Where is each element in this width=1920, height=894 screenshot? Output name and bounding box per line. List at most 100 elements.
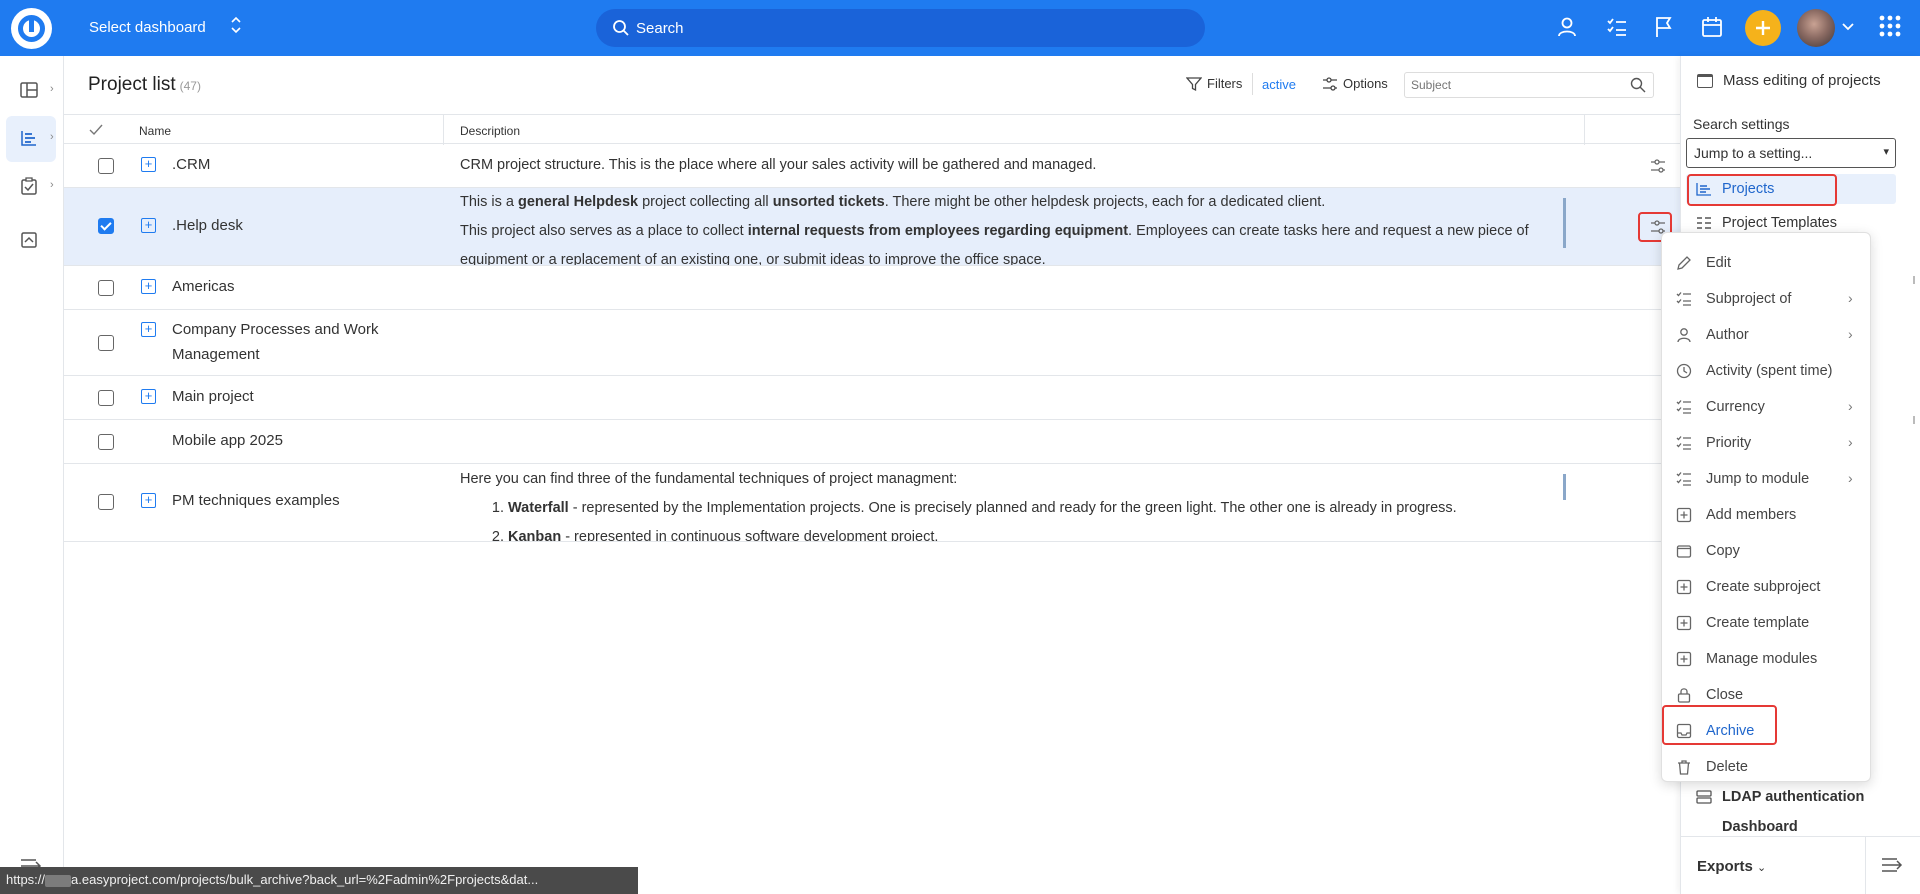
jump-to-setting-select[interactable]: Jump to a setting...: [1686, 138, 1896, 168]
table-row[interactable]: + .Help desk This is a general Helpdesk …: [64, 188, 1680, 266]
apps-grid-icon[interactable]: [1879, 15, 1901, 37]
settings-item-dashboard[interactable]: Dashboard: [1686, 816, 1896, 836]
mass-editing-link[interactable]: Mass editing of projects: [1697, 72, 1881, 89]
url-prefix: https://: [6, 872, 46, 887]
flag-icon[interactable]: [1652, 15, 1676, 39]
menu-item-author[interactable]: Author ›: [1662, 317, 1872, 353]
menu-item-jump-to-module[interactable]: Jump to module ›: [1662, 461, 1872, 497]
menu-item-subproject-of[interactable]: Subproject of ›: [1662, 281, 1872, 317]
menu-item-copy[interactable]: Copy: [1662, 533, 1872, 569]
table-row[interactable]: + Americas: [64, 266, 1680, 310]
chevron-right-icon: ›: [1848, 290, 1853, 306]
options-sliders-icon[interactable]: [1322, 76, 1338, 92]
description-scrollbar[interactable]: [1563, 474, 1566, 500]
row-checkbox[interactable]: [98, 335, 114, 351]
table-row[interactable]: Mobile app 2025: [64, 420, 1680, 464]
row-options-icon[interactable]: [1650, 158, 1666, 174]
menu-item-label: Manage modules: [1706, 651, 1818, 667]
project-name[interactable]: Americas: [172, 274, 235, 299]
filters-active-link[interactable]: active: [1262, 77, 1296, 92]
expand-plus-icon[interactable]: +: [141, 389, 156, 404]
row-checkbox[interactable]: [98, 280, 114, 296]
table-row[interactable]: + PM techniques examples Here you can fi…: [64, 464, 1680, 542]
menu-item-label: Activity (spent time): [1706, 363, 1833, 379]
text: - represented in continuous software dev…: [561, 529, 939, 542]
menu-item-label: Currency: [1706, 399, 1765, 415]
logo[interactable]: [11, 8, 52, 49]
project-name[interactable]: Main project: [172, 384, 254, 409]
expand-plus-icon[interactable]: +: [141, 157, 156, 172]
menu-item-activity-spent-time[interactable]: Activity (spent time): [1662, 353, 1872, 389]
dashboard-icon: [20, 82, 38, 98]
project-name[interactable]: .CRM: [172, 152, 210, 177]
expand-plus-icon[interactable]: +: [141, 218, 156, 233]
sidebar-item-collapse[interactable]: [6, 218, 56, 264]
search-icon[interactable]: [1630, 77, 1646, 93]
menu-item-label: Create subproject: [1706, 579, 1821, 595]
table-row[interactable]: + Main project: [64, 376, 1680, 420]
settings-item-ldap[interactable]: LDAP authentication: [1686, 782, 1896, 812]
filters-button[interactable]: Filters: [1207, 76, 1242, 91]
chevron-right-icon: ›: [1848, 434, 1853, 450]
sidebar-item-tasks[interactable]: ›: [6, 164, 56, 210]
clipboard-icon: [21, 177, 37, 195]
expand-plus-icon[interactable]: +: [141, 322, 156, 337]
project-name[interactable]: .Help desk: [172, 213, 243, 238]
add-button[interactable]: [1745, 10, 1781, 46]
projects-highlight: [1687, 174, 1837, 206]
project-name[interactable]: Company Processes and Work Management: [172, 317, 378, 367]
menu-item-label: Subproject of: [1706, 291, 1792, 307]
collapse-panel-icon[interactable]: [1881, 857, 1903, 873]
table-header: Name Description: [64, 114, 1680, 145]
table-row[interactable]: + Company Processes and Work Management: [64, 310, 1680, 376]
exports-dropdown[interactable]: Exports ⌄: [1697, 858, 1766, 875]
project-name[interactable]: PM techniques examples: [172, 488, 340, 513]
select-dashboard[interactable]: Select dashboard: [89, 19, 206, 36]
menu-item-manage-modules[interactable]: Manage modules: [1662, 641, 1872, 677]
menu-item-label: Close: [1706, 687, 1744, 703]
updown-chevron-icon[interactable]: [230, 14, 242, 38]
description-scrollbar[interactable]: [1563, 198, 1566, 248]
select-all-check-icon[interactable]: [88, 123, 104, 137]
options-button[interactable]: Options: [1343, 76, 1388, 91]
sidebar-item-projects[interactable]: ›: [6, 116, 56, 162]
column-header-description[interactable]: Description: [460, 124, 520, 138]
subject-search-input[interactable]: [1404, 72, 1654, 98]
sidebar-item-dashboard[interactable]: ›: [6, 68, 56, 114]
global-search[interactable]: Search: [596, 9, 1205, 47]
table-row[interactable]: + .CRM CRM project structure. This is th…: [64, 144, 1680, 188]
trash-icon: [1678, 760, 1690, 775]
user-icon[interactable]: [1555, 15, 1579, 39]
calendar-icon[interactable]: [1700, 15, 1724, 39]
bold-text: Kanban: [508, 529, 562, 542]
projects-icon: [21, 131, 36, 146]
list-icon: [1676, 436, 1691, 450]
list-icon: [1676, 292, 1691, 306]
row-checkbox[interactable]: [98, 390, 114, 406]
row-checkbox[interactable]: [98, 158, 114, 174]
filter-icon[interactable]: [1186, 76, 1202, 92]
menu-item-create-subproject[interactable]: Create subproject: [1662, 569, 1872, 605]
row-checkbox[interactable]: [98, 434, 114, 450]
avatar[interactable]: [1797, 9, 1835, 47]
menu-item-edit[interactable]: Edit: [1662, 245, 1872, 281]
menu-item-add-members[interactable]: Add members: [1662, 497, 1872, 533]
menu-item-create-template[interactable]: Create template: [1662, 605, 1872, 641]
project-name[interactable]: Mobile app 2025: [172, 428, 283, 453]
menu-item-currency[interactable]: Currency ›: [1662, 389, 1872, 425]
chevron-down-icon[interactable]: [1841, 20, 1855, 34]
bold-text: Waterfall: [508, 500, 569, 516]
menu-item-delete[interactable]: Delete: [1662, 749, 1872, 785]
chevron-right-icon: ›: [1848, 326, 1853, 342]
row-checkbox[interactable]: [98, 218, 114, 234]
expand-plus-icon[interactable]: +: [141, 493, 156, 508]
main-content: Project list (47) Filters active Options …: [64, 56, 1680, 894]
expand-plus-icon[interactable]: +: [141, 279, 156, 294]
menu-item-priority[interactable]: Priority ›: [1662, 425, 1872, 461]
context-menu: Edit Subproject of › Author › Activity (spent…: [1661, 232, 1871, 782]
tasks-icon[interactable]: [1605, 15, 1629, 39]
search-placeholder: Search: [636, 20, 684, 37]
column-header-name[interactable]: Name: [139, 124, 171, 138]
menu-item-label: Jump to module: [1706, 471, 1810, 487]
row-checkbox[interactable]: [98, 494, 114, 510]
